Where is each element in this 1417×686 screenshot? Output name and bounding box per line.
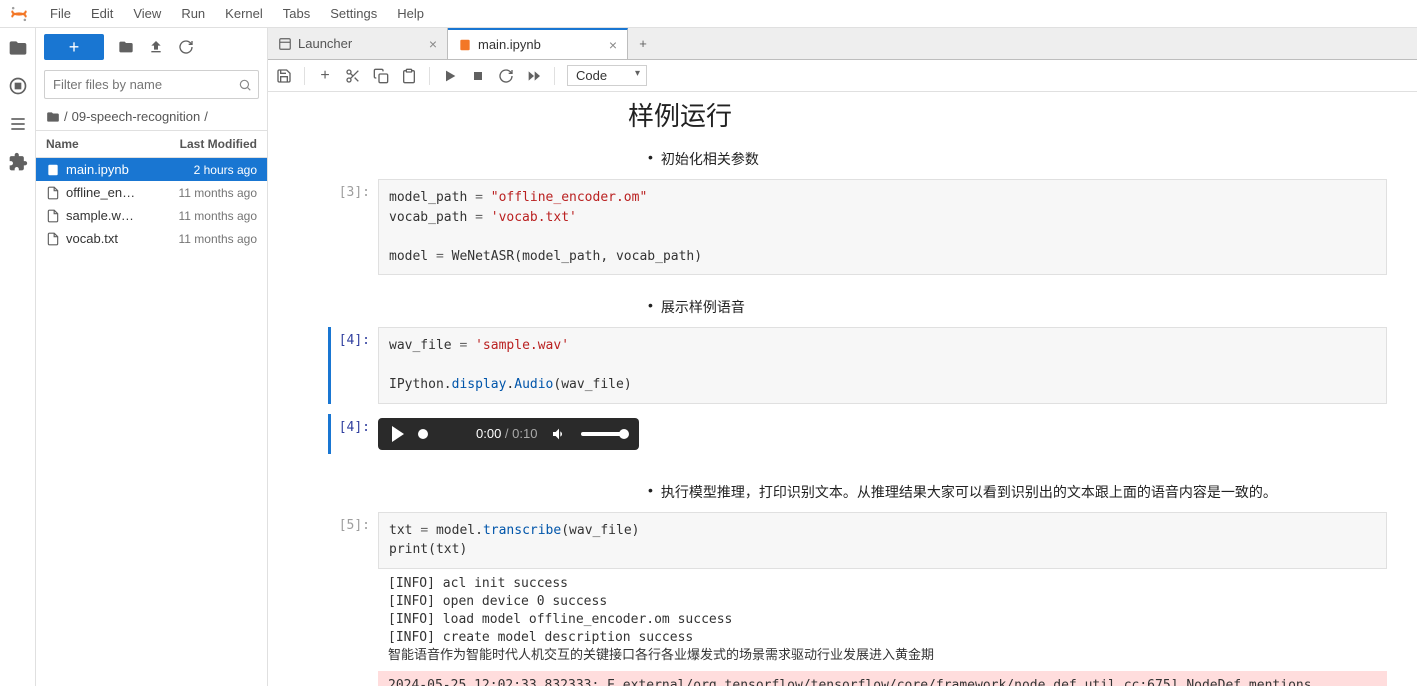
folder-icon[interactable] [8, 38, 28, 58]
filter-box [44, 70, 259, 99]
markdown-bullet: 执行模型推理，打印识别文本。从推理结果大家可以看到识别出的文本跟上面的语音内容是… [648, 482, 1387, 502]
file-modified: 11 months ago [179, 186, 258, 200]
celltype-select[interactable]: Code [567, 65, 647, 86]
code-cell[interactable]: wav_file = 'sample.wav' IPython.display.… [378, 327, 1387, 404]
prompt: [5]: [328, 512, 378, 686]
prompt: [3]: [328, 179, 378, 275]
markdown-bullet: 初始化相关参数 [648, 149, 1387, 169]
file-name: main.ipynb [66, 162, 129, 177]
audio-player[interactable]: 0:00 / 0:10 [378, 418, 639, 450]
menu-run[interactable]: Run [171, 2, 215, 25]
copy-icon[interactable] [373, 68, 389, 84]
upload-icon[interactable] [148, 39, 164, 55]
menu-kernel[interactable]: Kernel [215, 2, 273, 25]
running-icon[interactable] [8, 76, 28, 96]
volume-slider[interactable] [581, 432, 625, 436]
file-name: sample.w… [66, 208, 134, 223]
col-name[interactable]: Name [46, 137, 79, 151]
tab-title: main.ipynb [478, 37, 541, 52]
file-row[interactable]: vocab.txt 11 months ago [36, 227, 267, 250]
tab-main-ipynb[interactable]: main.ipynb × [448, 28, 628, 59]
tab-title: Launcher [298, 36, 352, 51]
paste-icon[interactable] [401, 68, 417, 84]
cell-output: [INFO] acl init success [INFO] open devi… [378, 569, 1387, 672]
prompt: [4]: [328, 327, 378, 404]
restart-icon[interactable] [498, 68, 514, 84]
code-cell[interactable]: txt = model.transcribe(wav_file) print(t… [378, 512, 1387, 569]
file-row[interactable]: offline_en… 11 months ago [36, 181, 267, 204]
audio-current-time: 0:00 [476, 426, 501, 441]
file-row[interactable]: sample.w… 11 months ago [36, 204, 267, 227]
save-icon[interactable] [276, 68, 292, 84]
breadcrumb-folder[interactable]: 09-speech-recognition [72, 109, 201, 124]
menubar: FileEditViewRunKernelTabsSettingsHelp [0, 0, 1417, 28]
insert-cell-icon[interactable]: + [317, 68, 333, 84]
folder-icon [46, 110, 60, 124]
file-row[interactable]: main.ipynb 2 hours ago [36, 158, 267, 181]
refresh-icon[interactable] [178, 39, 194, 55]
heading: 样例运行 [628, 96, 1387, 133]
file-modified: 11 months ago [179, 232, 258, 246]
code-cell[interactable]: model_path = "offline_encoder.om" vocab_… [378, 179, 1387, 275]
close-icon[interactable]: × [429, 36, 437, 52]
restart-run-all-icon[interactable] [526, 68, 542, 84]
new-folder-icon[interactable] [118, 39, 134, 55]
col-modified[interactable]: Last Modified [180, 137, 257, 151]
menu-help[interactable]: Help [387, 2, 434, 25]
volume-icon[interactable] [551, 426, 567, 442]
cut-icon[interactable] [345, 68, 361, 84]
extensions-icon[interactable] [8, 152, 28, 172]
prompt: [4]: [328, 414, 378, 454]
seek-thumb[interactable] [418, 429, 428, 439]
close-icon[interactable]: × [609, 37, 617, 53]
breadcrumb[interactable]: / 09-speech-recognition / [36, 103, 267, 130]
audio-duration: 0:10 [512, 426, 537, 441]
notebook-scroll[interactable]: 样例运行 初始化相关参数 [3]: model_path = "offline_… [268, 92, 1417, 686]
file-name: offline_en… [66, 185, 135, 200]
file-browser: + / 09-speech-recognition / Name Last Mo… [36, 28, 268, 686]
tab-launcher[interactable]: Launcher × [268, 28, 448, 59]
search-icon [238, 78, 252, 92]
file-modified: 11 months ago [179, 209, 258, 223]
stop-icon[interactable] [470, 68, 486, 84]
menu-settings[interactable]: Settings [320, 2, 387, 25]
toc-icon[interactable] [8, 114, 28, 134]
cell-output-error: 2024-05-25 12:02:33.832333: E external/o… [378, 671, 1387, 686]
file-modified: 2 hours ago [194, 163, 257, 177]
menu-edit[interactable]: Edit [81, 2, 123, 25]
new-launcher-button[interactable]: + [44, 34, 104, 60]
jupyter-logo [8, 3, 30, 25]
markdown-bullet: 展示样例语音 [648, 297, 1387, 317]
tab-bar: Launcher × main.ipynb × + [268, 28, 1417, 60]
notebook-toolbar: + Code [268, 60, 1417, 92]
menu-tabs[interactable]: Tabs [273, 2, 320, 25]
activity-bar [0, 28, 36, 686]
add-tab-button[interactable]: + [628, 36, 658, 51]
play-icon[interactable] [392, 426, 404, 442]
menu-view[interactable]: View [123, 2, 171, 25]
menu-file[interactable]: File [40, 2, 81, 25]
run-icon[interactable] [442, 68, 458, 84]
file-name: vocab.txt [66, 231, 118, 246]
filter-input[interactable] [51, 73, 238, 96]
file-list: main.ipynb 2 hours ago offline_en… 11 month… [36, 158, 267, 686]
